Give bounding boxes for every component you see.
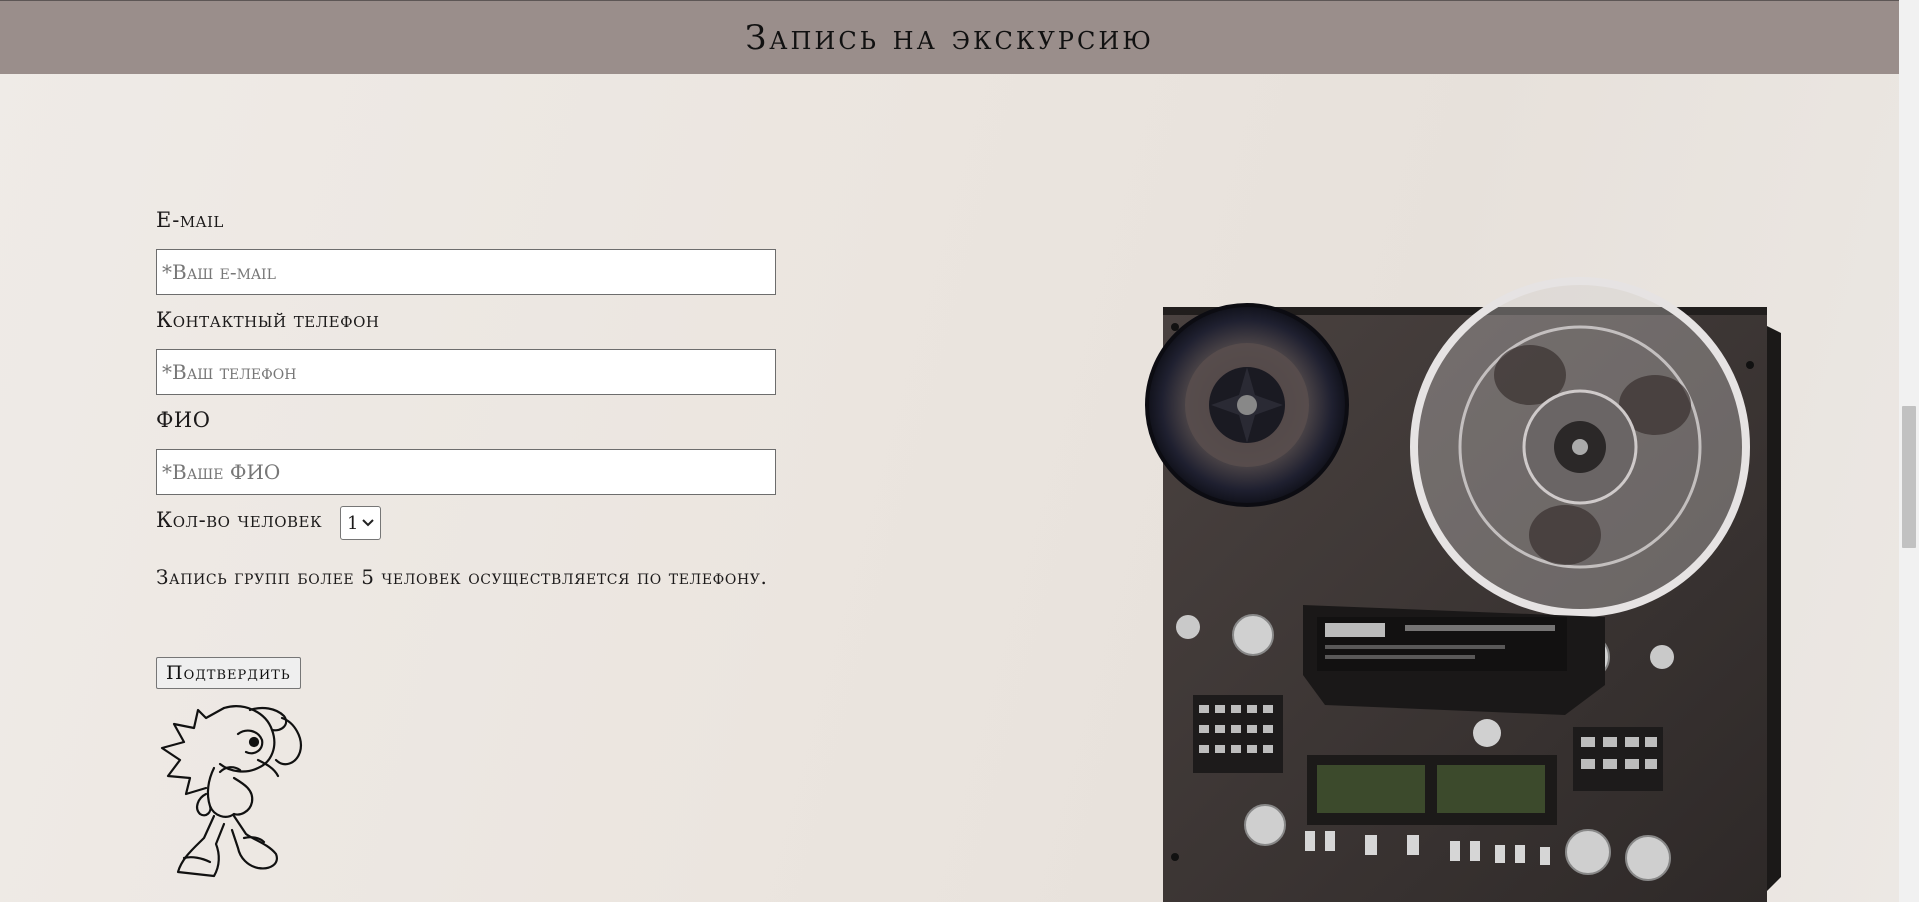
page-scrollbar[interactable] (1899, 0, 1919, 902)
email-field[interactable] (156, 249, 776, 295)
scrollbar-thumb[interactable] (1902, 406, 1916, 548)
page-header: Запись на экскурсию (0, 1, 1899, 74)
name-label: ФИО (156, 408, 211, 432)
phone-field[interactable] (156, 349, 776, 395)
name-field[interactable] (156, 449, 776, 495)
people-count-select[interactable]: 1 (340, 506, 381, 540)
submit-button[interactable]: Подтвердить (156, 657, 301, 689)
phone-label: Контактный телефон (156, 308, 380, 332)
people-count-value: 1 (347, 512, 359, 534)
people-count-label: Кол-во человек (156, 508, 323, 532)
email-label: E-mail (156, 208, 224, 232)
page-title: Запись на экскурсию (745, 17, 1154, 58)
hedgehog-line-drawing-icon (160, 705, 302, 878)
reel-to-reel-tape-recorder (1145, 277, 1781, 902)
group-note: Запись групп более 5 человек осуществляе… (156, 565, 768, 589)
chevron-down-icon (362, 519, 374, 527)
